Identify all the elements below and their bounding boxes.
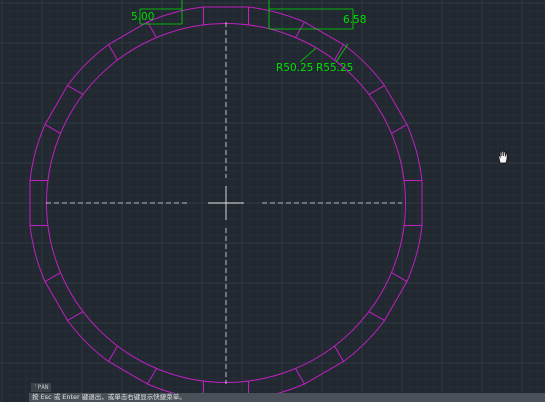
crosshair — [208, 186, 244, 220]
drawing-viewport[interactable]: 5.00 6.58 R50.25 R55.25 — [0, 0, 545, 402]
command-history-line: 'PAN — [31, 383, 52, 392]
pan-hand-icon — [497, 150, 508, 164]
model-space-canvas[interactable]: 5.00 6.58 R50.25 R55.25 — [0, 0, 545, 402]
command-line-prompt[interactable]: 按 Esc 或 Enter 键退出，或单击右键显示快捷菜单。 — [29, 393, 545, 402]
dimension-outer-radius: R55.25 — [316, 62, 353, 74]
dimension-width-right: 6.58 — [343, 14, 366, 26]
dimension-inner-radius: R50.25 — [276, 62, 313, 74]
dimension-width-left: 5.00 — [131, 11, 154, 23]
background-grid — [0, 0, 545, 402]
